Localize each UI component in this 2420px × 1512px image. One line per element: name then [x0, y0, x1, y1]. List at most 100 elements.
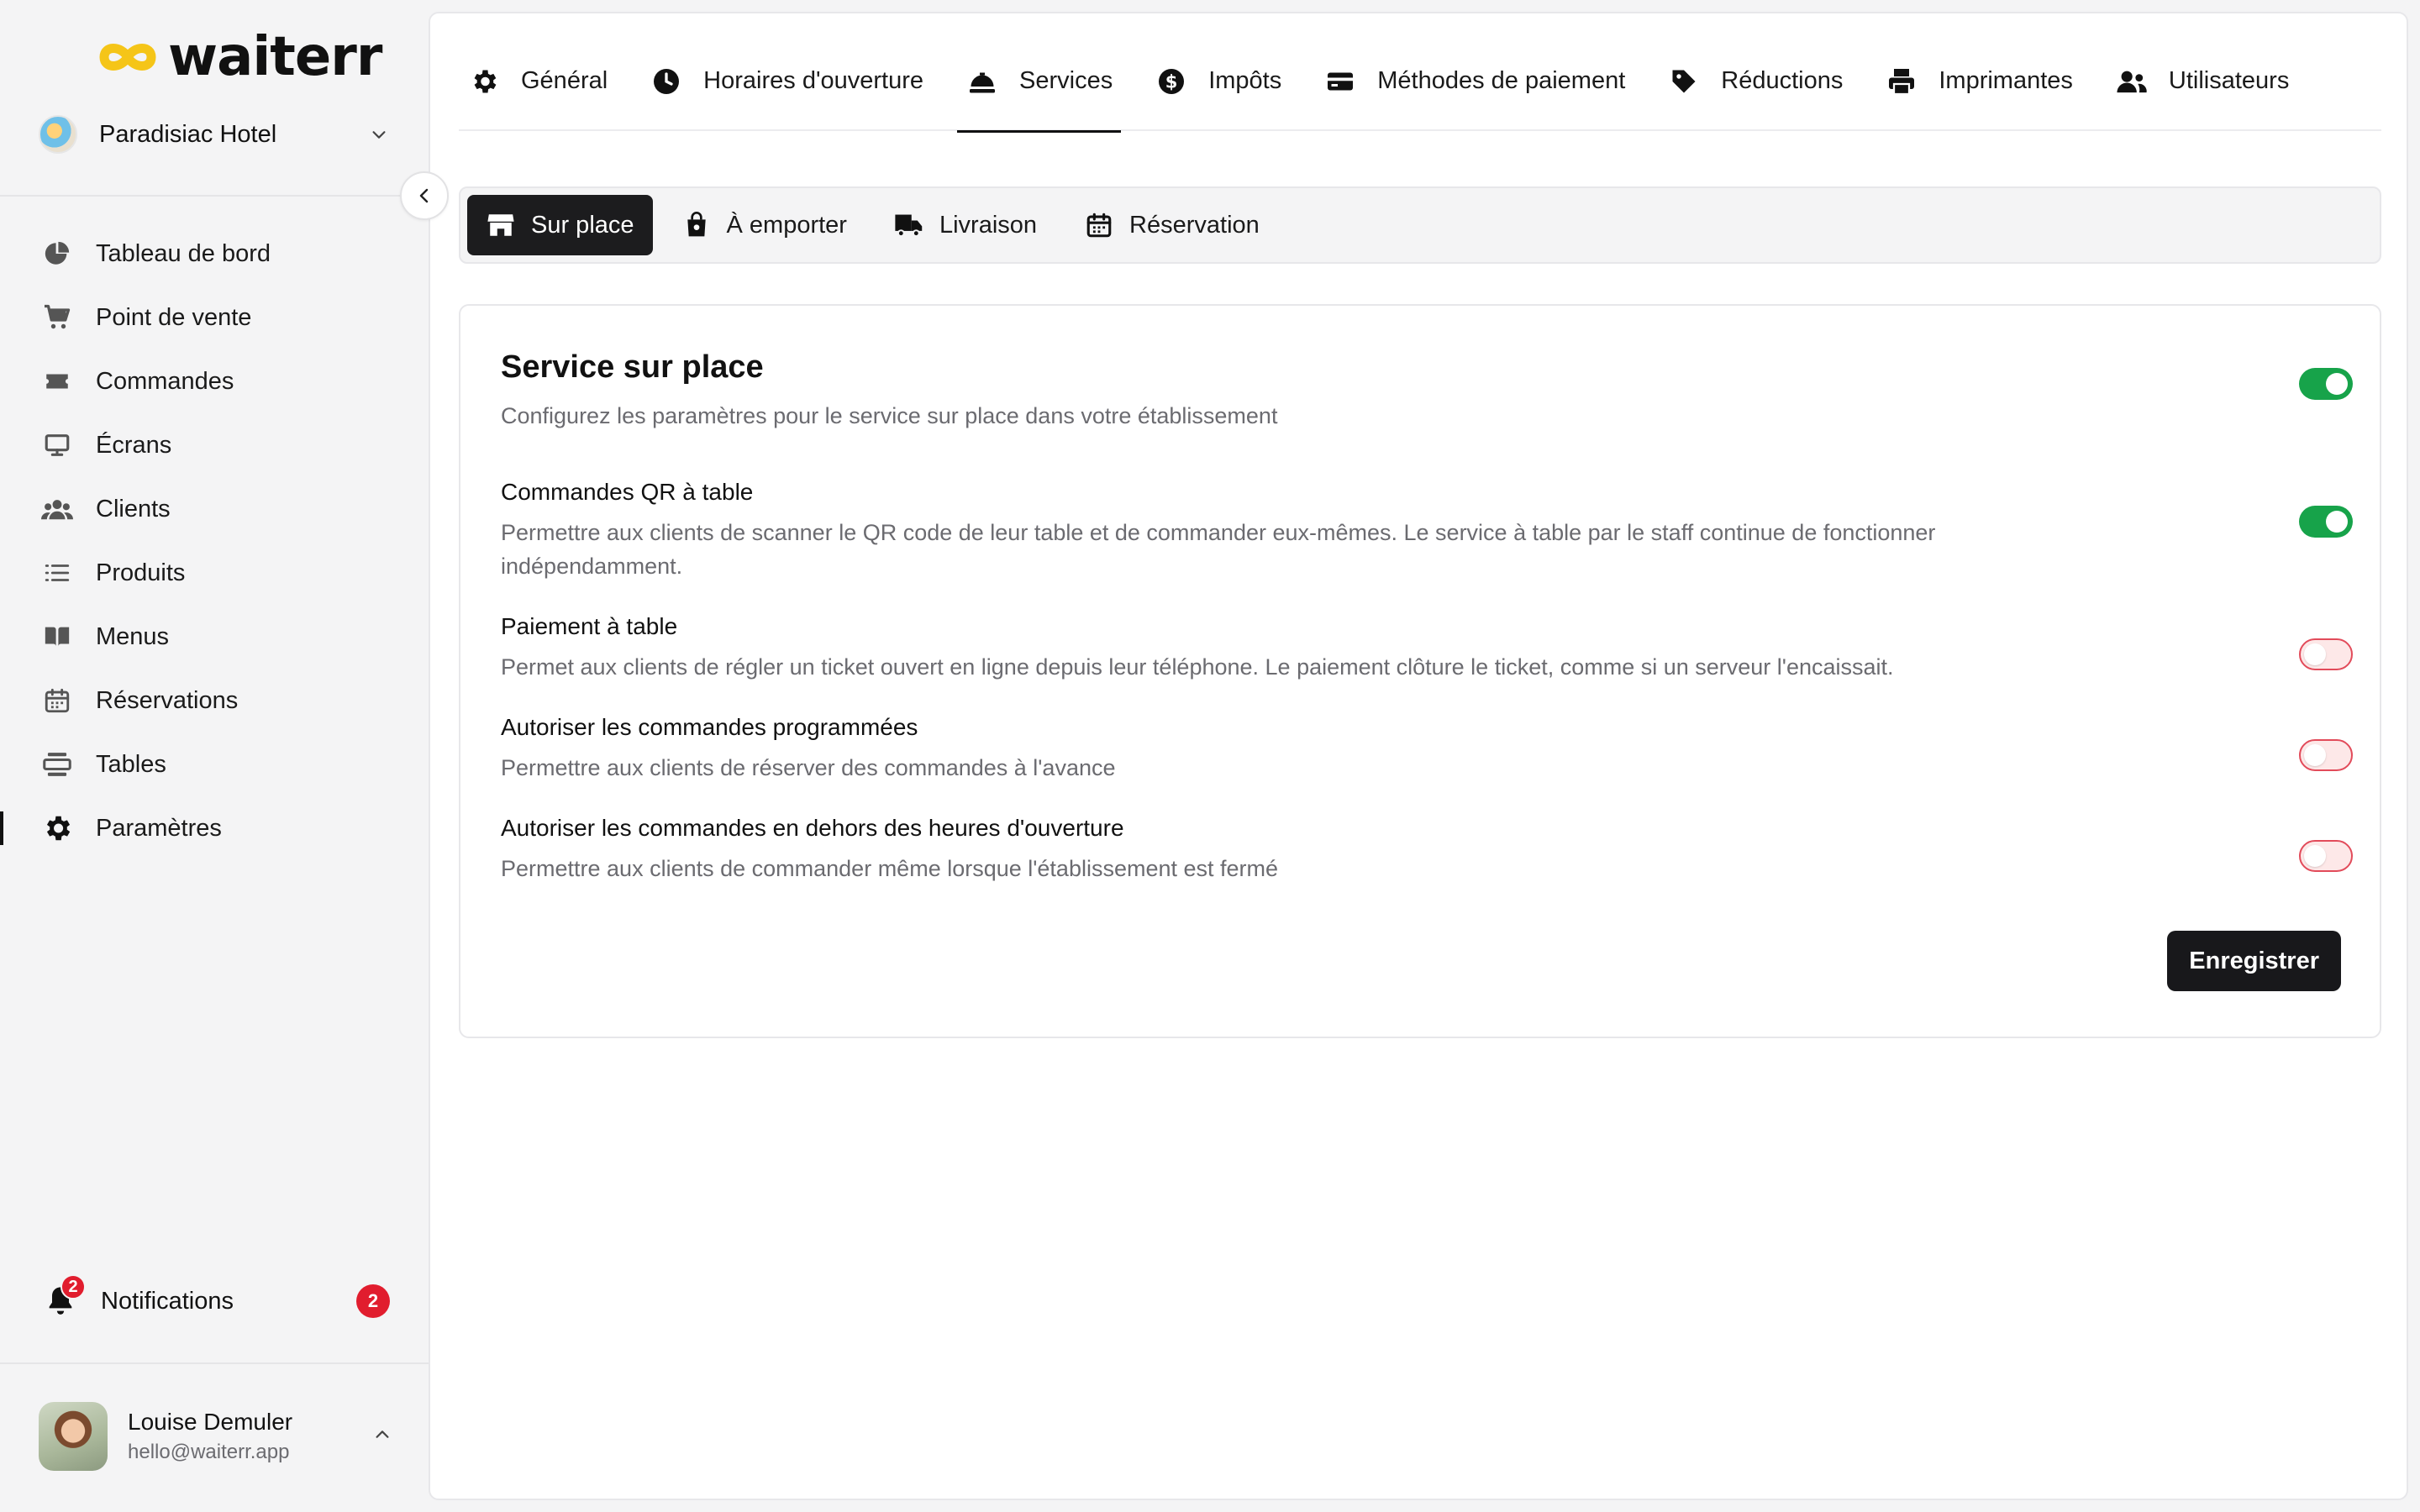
- sidebar-item-label: Commandes: [96, 367, 234, 395]
- user-group-icon: [2115, 65, 2149, 98]
- tab-discounts[interactable]: Réductions: [1659, 44, 1851, 131]
- subtab-label: Réservation: [1129, 211, 1260, 239]
- list-icon: [40, 556, 74, 590]
- setting-description: Permettre aux clients de réserver des co…: [501, 755, 1116, 780]
- gear-icon: [40, 811, 74, 845]
- infinity-logo-icon: [99, 44, 156, 71]
- sidebar-item-pos[interactable]: Point de vente: [0, 286, 429, 349]
- setting-title: Autoriser les commandes programmées: [501, 714, 918, 740]
- setting-title: Autoriser les commandes en dehors des he…: [501, 815, 1124, 841]
- user-menu[interactable]: Louise Demuler hello@waiterr.app: [39, 1401, 392, 1472]
- tab-label: Services: [1019, 67, 1113, 94]
- sidebar-item-reservations[interactable]: Réservations: [0, 669, 429, 732]
- sidebar-item-label: Menus: [96, 622, 170, 650]
- settings-tabs: Général Horaires d'ouverture Services $ …: [459, 44, 2381, 133]
- sidebar-item-dashboard[interactable]: Tableau de bord: [0, 222, 429, 286]
- card-title: Service sur place: [501, 349, 764, 385]
- subtab-dine-in[interactable]: Sur place: [467, 195, 653, 255]
- sidebar-item-orders[interactable]: Commandes: [0, 349, 429, 413]
- gear-icon: [467, 65, 501, 98]
- tab-services[interactable]: Services: [957, 44, 1122, 133]
- calendar-icon: [40, 684, 74, 717]
- calendar-icon: [1084, 210, 1114, 240]
- table-payment-toggle[interactable]: [2299, 638, 2353, 670]
- subtab-takeaway[interactable]: À emporter: [663, 195, 865, 255]
- sidebar-item-label: Écrans: [96, 431, 172, 459]
- logo-text: waiterr: [168, 26, 382, 88]
- tab-label: Horaires d'ouverture: [703, 67, 923, 94]
- setting-title: Paiement à table: [501, 613, 678, 639]
- setting-description: Permet aux clients de régler un ticket o…: [501, 654, 1894, 680]
- establishment-avatar: [39, 115, 77, 154]
- dine-in-service-toggle[interactable]: [2299, 368, 2353, 400]
- sidebar-item-label: Point de vente: [96, 303, 252, 331]
- waiterr-logo[interactable]: waiterr: [97, 26, 382, 88]
- dollar-icon: $: [1155, 65, 1188, 98]
- bell-icon: 2: [40, 1274, 86, 1321]
- setting-qr-orders: Commandes QR à table Permettre aux clien…: [501, 479, 2341, 583]
- tab-printers[interactable]: Imprimantes: [1876, 44, 2081, 131]
- sidebar-item-screens[interactable]: Écrans: [0, 413, 429, 477]
- sidebar: waiterr Paradisiac Hotel Tableau de bord…: [0, 0, 429, 1512]
- sidebar-nav: Tableau de bord Point de vente Commandes…: [0, 222, 429, 860]
- setting-description: Permettre aux clients de commander même …: [501, 856, 1279, 881]
- sidebar-item-label: Paramètres: [96, 814, 222, 842]
- setting-title: Commandes QR à table: [501, 479, 754, 505]
- dine-in-settings-card: Service sur place Configurez les paramèt…: [459, 304, 2381, 1038]
- tab-opening-hours[interactable]: Horaires d'ouverture: [641, 44, 932, 131]
- notification-badge: 2: [60, 1274, 86, 1299]
- sidebar-item-products[interactable]: Produits: [0, 541, 429, 605]
- chevron-left-icon: [419, 188, 429, 203]
- tab-label: Imprimantes: [1939, 67, 2073, 94]
- tab-payment-methods[interactable]: Méthodes de paiement: [1315, 44, 1634, 131]
- svg-text:$: $: [1165, 72, 1178, 92]
- tab-users[interactable]: Utilisateurs: [2107, 44, 2297, 131]
- establishment-switcher[interactable]: Paradisiac Hotel: [39, 111, 392, 158]
- subtab-label: À emporter: [726, 211, 847, 239]
- sidebar-item-label: Tables: [96, 750, 166, 778]
- tab-label: Utilisateurs: [2168, 67, 2290, 94]
- book-icon: [40, 620, 74, 654]
- monitor-icon: [40, 428, 74, 462]
- qr-orders-toggle[interactable]: [2299, 506, 2353, 538]
- user-name: Louise Demuler: [128, 1409, 293, 1435]
- sidebar-item-menus[interactable]: Menus: [0, 605, 429, 669]
- toggle-knob: [2304, 643, 2326, 665]
- sidebar-item-label: Clients: [96, 495, 171, 522]
- sidebar-divider: [0, 195, 429, 197]
- subtab-delivery[interactable]: Livraison: [876, 195, 1055, 255]
- subtab-label: Livraison: [939, 211, 1038, 239]
- sidebar-item-tables[interactable]: Tables: [0, 732, 429, 796]
- tab-label: Réductions: [1721, 67, 1844, 94]
- setting-scheduled-orders: Autoriser les commandes programmées Perm…: [501, 714, 2341, 785]
- setting-after-hours-orders: Autoriser les commandes en dehors des he…: [501, 815, 2341, 885]
- main-panel: Général Horaires d'ouverture Services $ …: [429, 12, 2408, 1500]
- subtab-label: Sur place: [531, 211, 634, 239]
- toggle-knob: [2304, 744, 2326, 766]
- tab-general[interactable]: Général: [459, 44, 616, 131]
- collapse-sidebar-button[interactable]: [400, 171, 449, 220]
- save-button[interactable]: Enregistrer: [2167, 931, 2341, 991]
- ticket-icon: [40, 365, 74, 398]
- sidebar-divider: [0, 1362, 429, 1364]
- after-hours-orders-toggle[interactable]: [2299, 840, 2353, 872]
- scheduled-orders-toggle[interactable]: [2299, 739, 2353, 771]
- table-icon: [40, 748, 74, 781]
- sidebar-item-settings[interactable]: Paramètres: [0, 796, 429, 860]
- sidebar-item-label: Tableau de bord: [96, 239, 271, 267]
- setting-description: Permettre aux clients de scanner le QR c…: [501, 520, 1936, 579]
- user-info: Louise Demuler hello@waiterr.app: [128, 1409, 373, 1464]
- notifications-button[interactable]: 2 Notifications 2: [40, 1274, 393, 1326]
- sidebar-item-label: Produits: [96, 559, 186, 586]
- subtab-reservation[interactable]: Réservation: [1065, 195, 1278, 255]
- cloche-icon: [965, 65, 999, 98]
- credit-card-icon: [1323, 65, 1357, 98]
- establishment-name: Paradisiac Hotel: [99, 120, 277, 148]
- bag-icon: [681, 210, 712, 240]
- clock-icon: [650, 65, 683, 98]
- tab-taxes[interactable]: $ Impôts: [1146, 44, 1290, 131]
- tab-label: Méthodes de paiement: [1377, 67, 1626, 94]
- sidebar-item-clients[interactable]: Clients: [0, 477, 429, 541]
- service-type-tabs: Sur place À emporter Livraison Réservati…: [459, 186, 2381, 264]
- toggle-knob: [2326, 373, 2348, 395]
